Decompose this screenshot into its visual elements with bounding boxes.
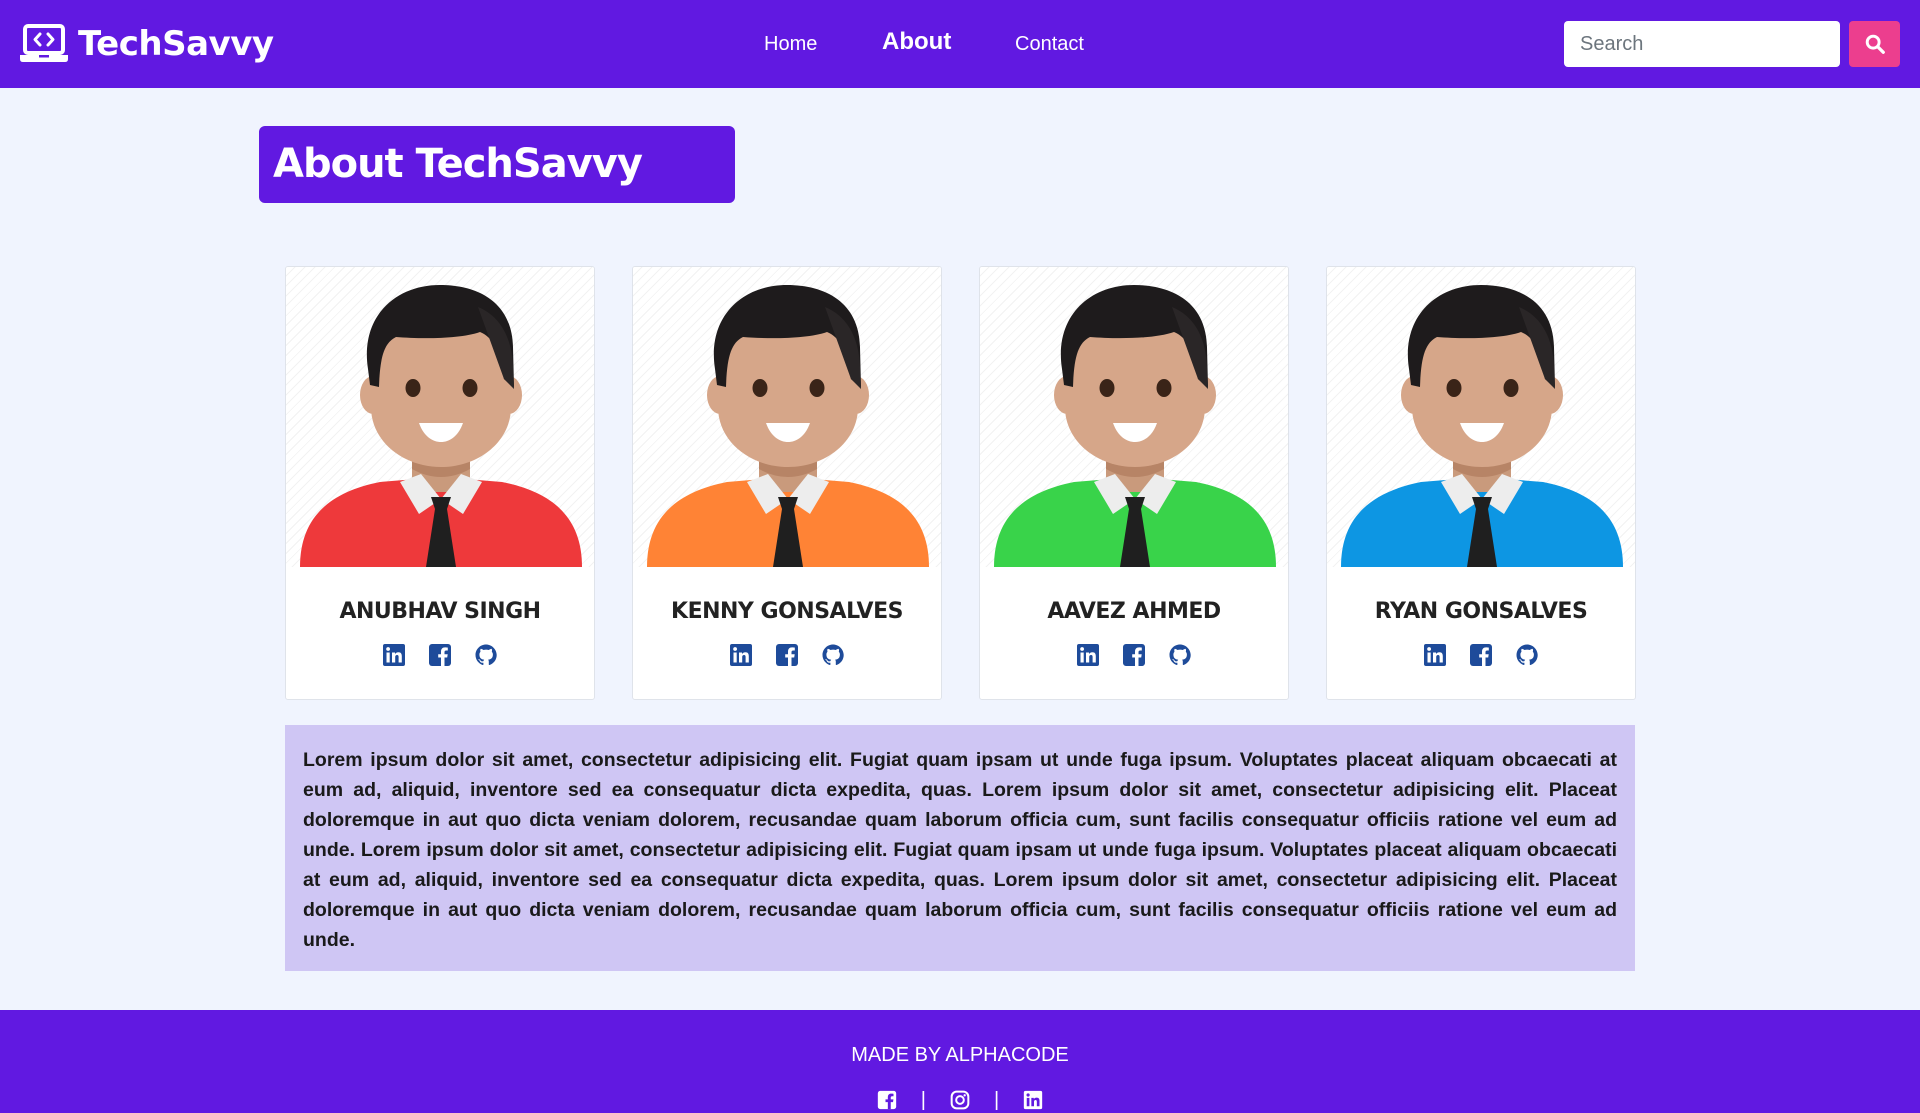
linkedin-link[interactable] (1423, 643, 1447, 667)
team-member-name: AAVEZ AHMED (1047, 599, 1221, 624)
person-avatar-illustration (1341, 285, 1623, 567)
github-link[interactable] (474, 643, 498, 667)
facebook-icon (429, 644, 451, 666)
footer-credit: MADE BY ALPHACODE (851, 1044, 1069, 1066)
search-input[interactable] (1564, 21, 1840, 67)
nav-link-home[interactable]: Home (764, 30, 817, 58)
github-icon (1516, 644, 1538, 666)
facebook-icon (776, 644, 798, 666)
team-card: RYAN GONSALVES (1326, 266, 1636, 700)
team-member-name: RYAN GONSALVES (1374, 599, 1588, 624)
github-link[interactable] (821, 643, 845, 667)
team-member-socials (1327, 643, 1635, 667)
team-member-avatar (633, 267, 941, 567)
search-button[interactable] (1849, 21, 1900, 67)
team-member-avatar (1327, 267, 1635, 567)
team-card: AAVEZ AHMED (979, 266, 1289, 700)
team-card: KENNY GONSALVES (632, 266, 942, 700)
linkedin-icon (1024, 1090, 1043, 1110)
linkedin-icon (1424, 644, 1446, 666)
linkedin-link[interactable] (1076, 643, 1100, 667)
facebook-link[interactable] (877, 1090, 897, 1110)
navbar: TechSavvy Home About Contact (0, 0, 1920, 88)
team-member-socials (980, 643, 1288, 667)
facebook-link[interactable] (1469, 643, 1493, 667)
linkedin-link[interactable] (382, 643, 406, 667)
team-member-avatar (980, 267, 1288, 567)
linkedin-link[interactable] (1023, 1090, 1043, 1110)
linkedin-icon (730, 644, 752, 666)
github-icon (475, 644, 497, 666)
facebook-icon (1470, 644, 1492, 666)
search-icon (1865, 34, 1885, 54)
team-member-avatar (286, 267, 594, 567)
facebook-link[interactable] (775, 643, 799, 667)
github-link[interactable] (1515, 643, 1539, 667)
team-member-socials (633, 643, 941, 667)
page-title: About TechSavvy (259, 126, 735, 203)
team-card: ANUBHAV SINGH (285, 266, 595, 700)
facebook-icon (1123, 644, 1145, 666)
nav-link-about[interactable]: About (882, 28, 951, 56)
team-member-name: KENNY GONSALVES (671, 599, 903, 624)
linkedin-link[interactable] (729, 643, 753, 667)
footer-separator: | (920, 1089, 926, 1111)
linkedin-icon (383, 644, 405, 666)
facebook-link[interactable] (1122, 643, 1146, 667)
person-avatar-illustration (300, 285, 582, 567)
footer-separator: | (994, 1089, 1000, 1111)
instagram-link[interactable] (950, 1090, 970, 1110)
linkedin-icon (1077, 644, 1099, 666)
footer: MADE BY ALPHACODE | | (0, 1010, 1920, 1113)
team-member-name: ANUBHAV SINGH (339, 599, 541, 624)
facebook-link[interactable] (428, 643, 452, 667)
team-member-socials (286, 643, 594, 667)
github-link[interactable] (1168, 643, 1192, 667)
github-icon (822, 644, 844, 666)
person-avatar-illustration (994, 285, 1276, 567)
facebook-icon (877, 1090, 896, 1110)
github-icon (1169, 644, 1191, 666)
about-description: Lorem ipsum dolor sit amet, consectetur … (285, 725, 1635, 971)
person-avatar-illustration (647, 285, 929, 567)
footer-socials: | | (0, 1090, 1920, 1110)
instagram-icon (950, 1090, 970, 1110)
nav-link-contact[interactable]: Contact (1015, 30, 1084, 58)
